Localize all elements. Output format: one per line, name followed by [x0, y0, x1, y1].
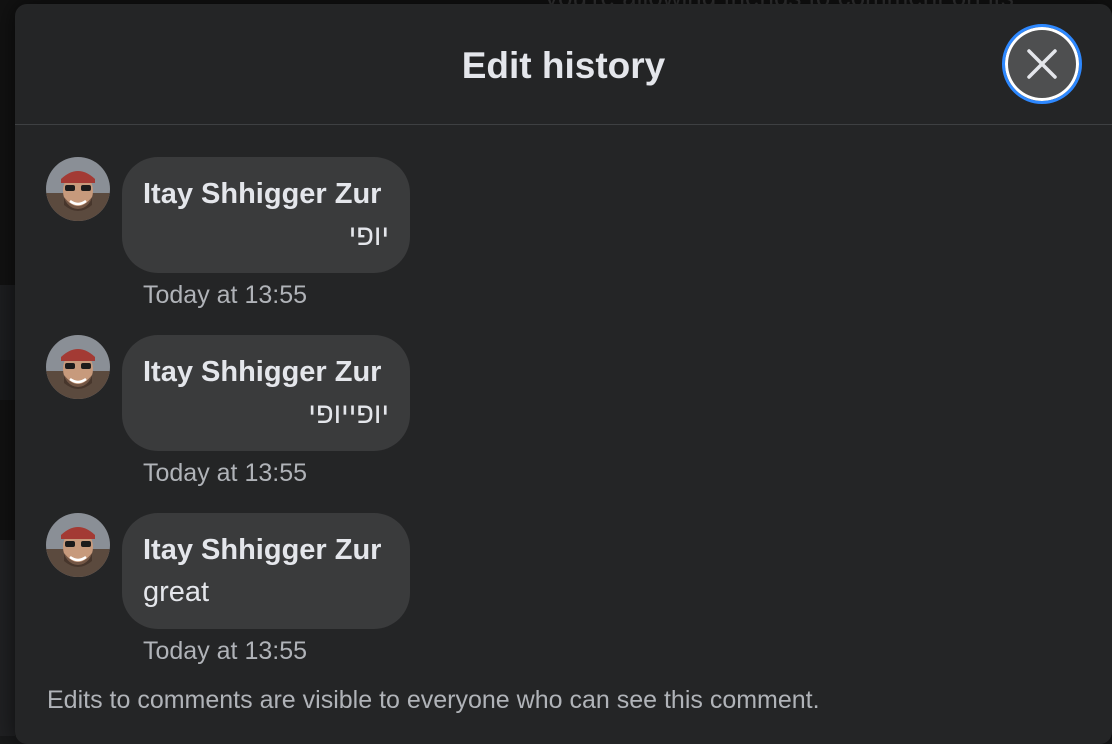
- edit-visibility-note: Edits to comments are visible to everyon…: [47, 686, 820, 714]
- comment-text: great: [143, 576, 210, 608]
- history-entry: Itay Shhigger Zur יופייופי Today at 13:5…: [15, 303, 1112, 487]
- close-button[interactable]: [1002, 24, 1082, 104]
- history-entry: Itay Shhigger Zur יופי Today at 13:55: [15, 125, 1112, 309]
- avatar-photo-icon: [46, 513, 110, 577]
- avatar-photo-icon: [46, 335, 110, 399]
- comment-bubble: Itay Shhigger Zur great: [122, 513, 410, 629]
- backdrop-strip: [0, 540, 15, 736]
- comment-author[interactable]: Itay Shhigger Zur: [143, 531, 389, 569]
- avatar[interactable]: [46, 513, 110, 577]
- comment-bubble: Itay Shhigger Zur יופי: [122, 157, 410, 273]
- close-icon: [1027, 49, 1057, 79]
- backdrop-strip: [0, 360, 15, 400]
- comment-author[interactable]: Itay Shhigger Zur: [143, 353, 389, 391]
- avatar-photo-icon: [46, 157, 110, 221]
- history-entry: Itay Shhigger Zur great Today at 13:55: [15, 481, 1112, 665]
- dialog-title: Edit history: [461, 45, 666, 86]
- comment-author[interactable]: Itay Shhigger Zur: [143, 175, 389, 213]
- dialog-header: Edit history: [15, 4, 1112, 125]
- comment-bubble: Itay Shhigger Zur יופייופי: [122, 335, 410, 451]
- edit-history-dialog: Edit history Itay Shhigger Zur יופי Toda…: [15, 4, 1112, 744]
- comment-text: יופי: [348, 220, 389, 252]
- comment-timestamp: Today at 13:55: [143, 637, 308, 665]
- avatar[interactable]: [46, 157, 110, 221]
- comment-text: יופייופי: [308, 398, 389, 430]
- avatar[interactable]: [46, 335, 110, 399]
- backdrop-strip: [0, 285, 15, 360]
